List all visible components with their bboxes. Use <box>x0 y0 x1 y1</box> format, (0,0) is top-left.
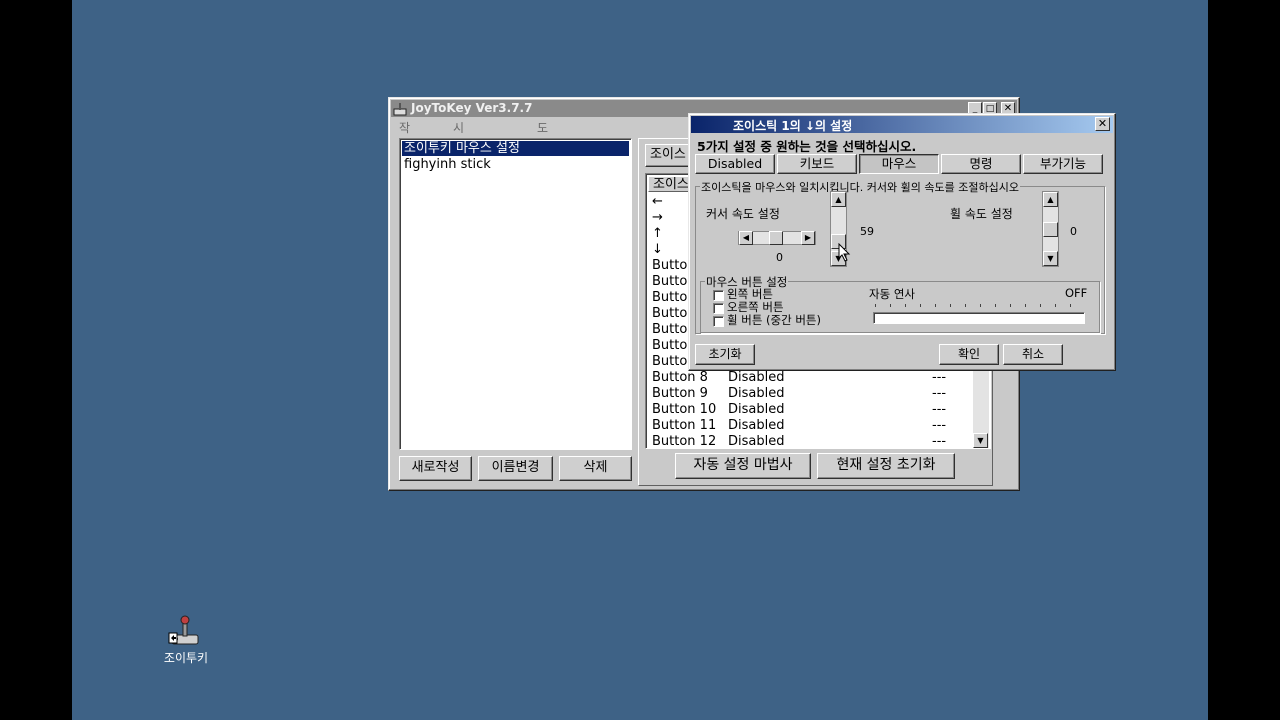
row-extra: --- <box>932 434 947 449</box>
row-key: Butto <box>652 258 688 273</box>
profile-list[interactable]: 조이투키 마우스 설정 fighyinh stick <box>399 138 632 450</box>
rename-profile-button[interactable]: 이름변경 <box>478 456 553 481</box>
wheel-vertical-slider[interactable]: ▲ ▼ <box>1042 191 1059 267</box>
row-key: Button 9 <box>652 386 708 401</box>
row-key: → <box>652 210 663 225</box>
row-key: Butto <box>652 322 688 337</box>
tab-keyboard[interactable]: 키보드 <box>777 154 857 174</box>
row-extra: --- <box>932 418 947 433</box>
row-extra: --- <box>932 386 947 401</box>
wheel-button-label: 휠 버튼 (중간 버튼) <box>727 313 821 327</box>
joystick-icon <box>168 615 199 645</box>
left-button-checkbox[interactable] <box>713 290 724 301</box>
auto-fire-slider[interactable] <box>873 312 1085 324</box>
row-key: Butto <box>652 354 688 369</box>
table-row[interactable]: Button 8 Disabled --- <box>652 370 962 386</box>
mouse-pointer-icon <box>838 243 851 262</box>
mouse-group-title: 조이스틱을 마우스와 일치시킵니다. 커서와 휠의 속도를 조절하십시오 <box>700 179 1020 195</box>
row-key: Butto <box>652 290 688 305</box>
auto-setup-wizard-button[interactable]: 자동 설정 마법사 <box>675 453 811 479</box>
ok-button[interactable]: 확인 <box>939 344 999 365</box>
slider-left-button[interactable]: ◀ <box>739 231 753 245</box>
row-key: Button 11 <box>652 418 717 433</box>
cursor-horizontal-value: 0 <box>776 251 783 264</box>
dialog-title: 조이스틱 1의 ↓의 설정 <box>733 119 853 133</box>
row-value: Disabled <box>728 402 785 417</box>
row-key: Butto <box>652 306 688 321</box>
dialog-reset-button[interactable]: 초기화 <box>695 344 755 365</box>
cursor-vertical-value: 59 <box>860 225 874 238</box>
slider-thumb[interactable] <box>1043 222 1058 237</box>
row-key: Button 8 <box>652 370 708 385</box>
slider-right-button[interactable]: ▶ <box>801 231 815 245</box>
desktop-icon-label: 조이투키 <box>163 651 209 665</box>
slider-down-button[interactable]: ▼ <box>1043 251 1058 266</box>
row-value: Disabled <box>728 386 785 401</box>
row-extra: --- <box>932 402 947 417</box>
window-title: JoyToKey Ver3.7.7 <box>411 101 533 115</box>
tab-extra[interactable]: 부가기능 <box>1023 154 1103 174</box>
button-config-dialog: 조이스틱 1의 ↓의 설정 ✕ 5가지 설정 중 원하는 것을 선택하십시오. … <box>688 113 1116 371</box>
row-key: Butto <box>652 338 688 353</box>
wheel-button-checkbox[interactable] <box>713 316 724 327</box>
dialog-title-bar: 조이스틱 1의 ↓의 설정 ✕ <box>691 116 1113 133</box>
table-row[interactable]: Button 12 Disabled --- <box>652 434 962 449</box>
dialog-close-button[interactable]: ✕ <box>1095 117 1110 131</box>
tab-mouse[interactable]: 마우스 <box>859 154 939 174</box>
row-key: ← <box>652 194 663 209</box>
row-key: ↓ <box>652 242 663 257</box>
slider-thumb[interactable] <box>769 231 783 245</box>
auto-fire-label: 자동 연사 <box>869 287 915 301</box>
dialog-instruction: 5가지 설정 중 원하는 것을 선택하십시오. <box>697 139 917 154</box>
tab-command[interactable]: 명령 <box>941 154 1021 174</box>
table-row[interactable]: Button 9 Disabled --- <box>652 386 962 402</box>
app-icon <box>393 103 407 116</box>
wheel-speed-label: 휠 속도 설정 <box>950 207 1013 221</box>
row-key: Butto <box>652 274 688 289</box>
right-button-checkbox[interactable] <box>713 303 724 314</box>
tab-joystick[interactable]: 조이스 <box>645 144 693 167</box>
slider-up-button[interactable]: ▲ <box>1043 192 1058 207</box>
cancel-button[interactable]: 취소 <box>1003 344 1063 365</box>
slider-up-button[interactable]: ▲ <box>831 192 846 207</box>
row-value: Disabled <box>728 418 785 433</box>
row-key: Button 10 <box>652 402 717 417</box>
row-value: Disabled <box>728 434 785 449</box>
tab-disabled[interactable]: Disabled <box>695 154 775 174</box>
row-value: Disabled <box>728 370 785 385</box>
wheel-speed-value: 0 <box>1070 225 1077 238</box>
desktop-icon-joytokey[interactable]: 조이투키 <box>156 615 216 667</box>
new-profile-button[interactable]: 새로작성 <box>399 456 472 481</box>
mouse-button-group: 마우스 버튼 설정 왼쪽 버튼 오른쪽 버튼 휠 버튼 (중간 버튼) 자동 연… <box>700 274 1100 333</box>
cursor-speed-label: 커서 속도 설정 <box>706 207 780 221</box>
profile-item-selected[interactable]: 조이투키 마우스 설정 <box>402 141 629 156</box>
auto-fire-value: OFF <box>1065 286 1088 300</box>
row-key: ↑ <box>652 226 663 241</box>
table-row[interactable]: Button 10 Disabled --- <box>652 402 962 418</box>
row-key: Button 12 <box>652 434 717 449</box>
delete-profile-button[interactable]: 삭제 <box>559 456 632 481</box>
table-row[interactable]: Button 11 Disabled --- <box>652 418 962 434</box>
auto-fire-ticks <box>875 304 1085 307</box>
reset-current-settings-button[interactable]: 현재 설정 초기화 <box>817 453 955 479</box>
mouse-settings-group: 조이스틱을 마우스와 일치시킵니다. 커서와 휠의 속도를 조절하십시오 커서 … <box>695 179 1105 334</box>
profile-item[interactable]: fighyinh stick <box>404 157 491 172</box>
scroll-down-button[interactable]: ▼ <box>973 433 988 448</box>
cursor-horizontal-slider[interactable]: ◀ ▶ <box>738 231 816 245</box>
row-extra: --- <box>932 370 947 385</box>
